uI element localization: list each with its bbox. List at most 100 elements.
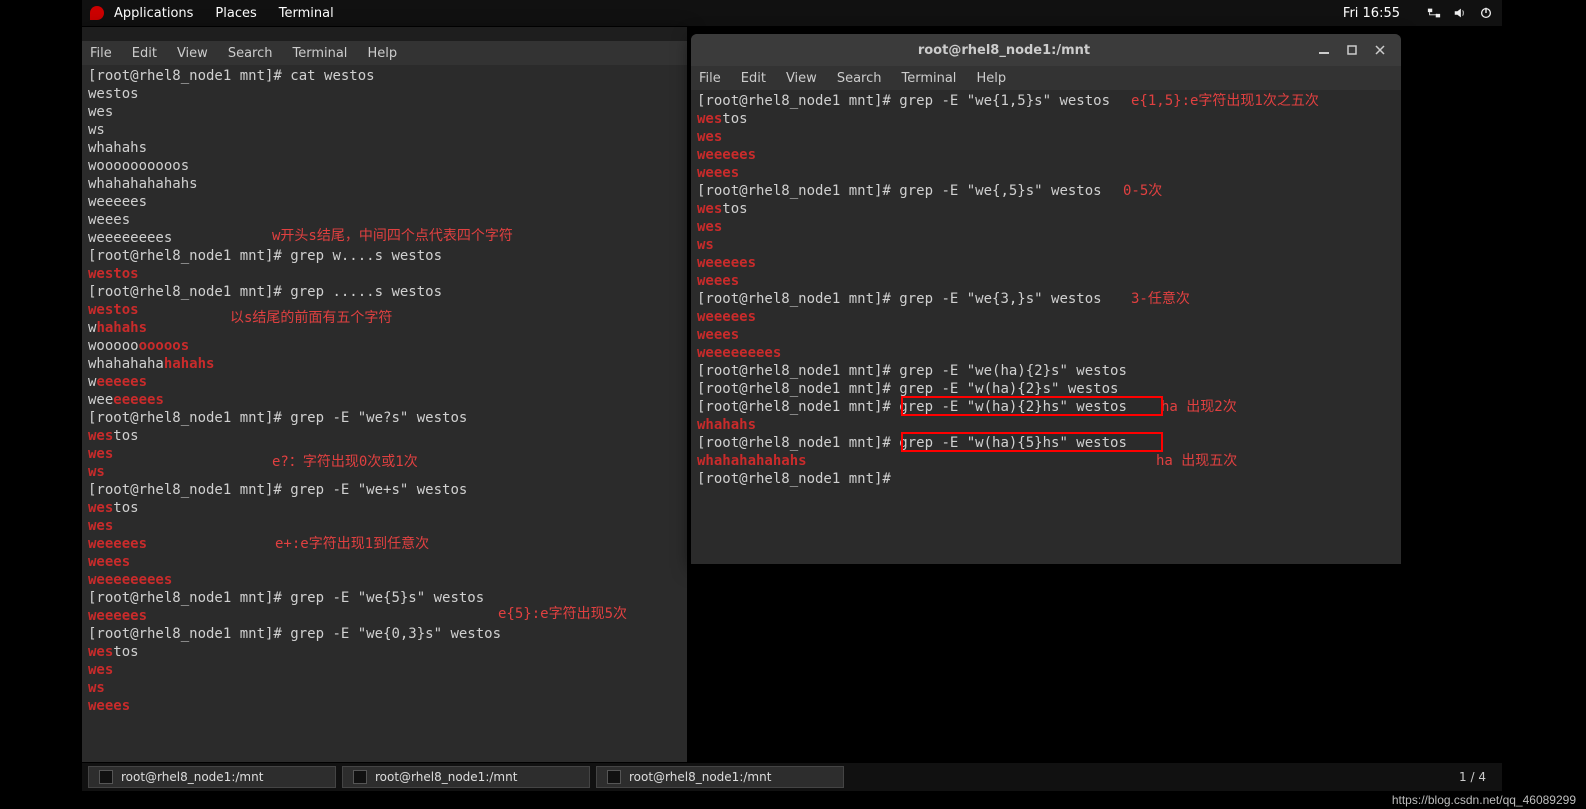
term-line: [root@rhel8_node1 mnt]# grep -E "we{0,3}… bbox=[88, 625, 681, 643]
term-line: [root@rhel8_node1 mnt]# grep w....s west… bbox=[88, 247, 681, 265]
term-line: [root@rhel8_node1 mnt]# grep -E "we{3,}s… bbox=[697, 290, 1395, 308]
term-line: ws bbox=[88, 679, 681, 697]
annotation-text: ha 出现五次 bbox=[1156, 452, 1237, 470]
menu-terminal[interactable]: Terminal bbox=[292, 46, 347, 61]
taskbar-item-label: root@rhel8_node1:/mnt bbox=[375, 770, 517, 784]
term-line: weees bbox=[88, 697, 681, 715]
menu-edit[interactable]: Edit bbox=[132, 46, 157, 61]
annotation-text: e+:e字符出现1到任意次 bbox=[275, 535, 429, 553]
menu-view[interactable]: View bbox=[177, 46, 208, 61]
term-line: [root@rhel8_node1 mnt]# cat westos bbox=[88, 67, 681, 85]
term-line: [root@rhel8_node1 mnt]# grep -E "we?s" w… bbox=[88, 409, 681, 427]
term-line: [root@rhel8_node1 mnt]# grep -E "w(ha){2… bbox=[697, 380, 1395, 398]
term-line: weeeeeeees bbox=[697, 344, 1395, 362]
menu-view[interactable]: View bbox=[786, 71, 817, 86]
annotation-text: ha 出现2次 bbox=[1161, 398, 1237, 416]
term-line: westos bbox=[697, 110, 1395, 128]
titlebar-right[interactable]: root@rhel8_node1:/mnt bbox=[691, 34, 1401, 66]
term-line: westos bbox=[88, 643, 681, 661]
maximize-button[interactable] bbox=[1341, 39, 1363, 61]
term-line: [root@rhel8_node1 mnt]# grep -E "w(ha){2… bbox=[697, 398, 1395, 416]
term-line: westos bbox=[697, 200, 1395, 218]
term-line: [root@rhel8_node1 mnt]# grep .....s west… bbox=[88, 283, 681, 301]
term-line: weees bbox=[697, 326, 1395, 344]
menu-search[interactable]: Search bbox=[228, 46, 273, 61]
panel-terminal[interactable]: Terminal bbox=[279, 6, 334, 21]
term-line: [root@rhel8_node1 mnt]# grep -E "we(ha){… bbox=[697, 362, 1395, 380]
term-line: ws bbox=[697, 236, 1395, 254]
annotation-text: w开头s结尾，中间四个点代表四个字符 bbox=[272, 227, 513, 245]
terminal-window-left: File Edit View Search Terminal Help [roo… bbox=[82, 27, 687, 762]
terminal-body-right[interactable]: [root@rhel8_node1 mnt]# grep -E "we{1,5}… bbox=[691, 90, 1401, 564]
annotation-text: e?：字符出现0次或1次 bbox=[272, 453, 418, 471]
term-line: weees bbox=[697, 164, 1395, 182]
taskbar-item-label: root@rhel8_node1:/mnt bbox=[121, 770, 263, 784]
taskbar-item[interactable]: root@rhel8_node1:/mnt bbox=[342, 766, 590, 788]
term-line: [root@rhel8_node1 mnt]# grep -E "we{,5}s… bbox=[697, 182, 1395, 200]
menu-search[interactable]: Search bbox=[837, 71, 882, 86]
term-line: whahahs bbox=[697, 416, 1395, 434]
menu-help[interactable]: Help bbox=[976, 71, 1006, 86]
gnome-top-panel: Applications Places Terminal Fri 16:55 bbox=[82, 0, 1502, 26]
menu-terminal[interactable]: Terminal bbox=[901, 71, 956, 86]
annotation-text: e{5}:e字符出现5次 bbox=[498, 605, 627, 623]
term-line: whahahs bbox=[88, 139, 681, 157]
menu-help[interactable]: Help bbox=[367, 46, 397, 61]
term-line: woooooooooos bbox=[88, 157, 681, 175]
term-line: wes bbox=[697, 128, 1395, 146]
term-line: weeeees bbox=[697, 254, 1395, 272]
workspace-indicator[interactable]: 1 / 4 bbox=[1459, 770, 1486, 784]
term-line: whahahahahahs bbox=[697, 452, 1395, 470]
panel-applications[interactable]: Applications bbox=[114, 6, 193, 21]
term-line: westos bbox=[88, 499, 681, 517]
power-icon[interactable] bbox=[1478, 5, 1494, 21]
menubar-left: File Edit View Search Terminal Help bbox=[82, 41, 687, 65]
term-line: weeeees bbox=[697, 308, 1395, 326]
term-line: [root@rhel8_node1 mnt]# grep -E "w(ha){5… bbox=[697, 434, 1395, 452]
term-line: westos bbox=[88, 427, 681, 445]
close-button[interactable] bbox=[1369, 39, 1391, 61]
term-line: wes bbox=[88, 103, 681, 121]
term-line: weeeeeees bbox=[88, 391, 681, 409]
term-line: weeeeeeees bbox=[88, 571, 681, 589]
panel-clock: Fri 16:55 bbox=[1343, 6, 1400, 21]
window-title: root@rhel8_node1:/mnt bbox=[701, 43, 1307, 58]
terminal-icon bbox=[353, 770, 367, 784]
terminal-icon bbox=[99, 770, 113, 784]
term-line: weees bbox=[697, 272, 1395, 290]
term-line: whahahahahahs bbox=[88, 175, 681, 193]
volume-icon[interactable] bbox=[1452, 5, 1468, 21]
term-line: weeeees bbox=[88, 373, 681, 391]
terminal-body-left[interactable]: [root@rhel8_node1 mnt]# cat westoswestos… bbox=[82, 65, 687, 762]
taskbar-item[interactable]: root@rhel8_node1:/mnt bbox=[88, 766, 336, 788]
term-line: whahahahahahahs bbox=[88, 355, 681, 373]
terminal-icon bbox=[607, 770, 621, 784]
term-line: westos bbox=[88, 265, 681, 283]
panel-places[interactable]: Places bbox=[215, 6, 256, 21]
term-line: wes bbox=[697, 218, 1395, 236]
taskbar-item[interactable]: root@rhel8_node1:/mnt bbox=[596, 766, 844, 788]
titlebar-left bbox=[82, 27, 687, 41]
term-line: weeeees bbox=[88, 193, 681, 211]
menubar-right: File Edit View Search Terminal Help bbox=[691, 66, 1401, 90]
network-icon[interactable] bbox=[1426, 5, 1442, 21]
annotation-text: 以s结尾的前面有五个字符 bbox=[230, 309, 392, 327]
menu-file[interactable]: File bbox=[699, 71, 721, 86]
term-line: [root@rhel8_node1 mnt]# bbox=[697, 470, 1395, 488]
term-line: wes bbox=[88, 517, 681, 535]
minimize-button[interactable] bbox=[1313, 39, 1335, 61]
redhat-logo-icon bbox=[90, 6, 104, 20]
menu-edit[interactable]: Edit bbox=[741, 71, 766, 86]
menu-file[interactable]: File bbox=[90, 46, 112, 61]
term-line: ws bbox=[88, 121, 681, 139]
annotation-text: e{1,5}:e字符出现1次之五次 bbox=[1131, 92, 1319, 110]
taskbar: root@rhel8_node1:/mnt root@rhel8_node1:/m… bbox=[82, 763, 1502, 791]
term-line: westos bbox=[88, 85, 681, 103]
taskbar-item-label: root@rhel8_node1:/mnt bbox=[629, 770, 771, 784]
watermark-text: https://blog.csdn.net/qq_46089299 bbox=[1392, 793, 1576, 807]
term-line: woooooooooos bbox=[88, 337, 681, 355]
term-line: weees bbox=[88, 553, 681, 571]
annotation-text: 0-5次 bbox=[1123, 182, 1162, 200]
terminal-window-right: root@rhel8_node1:/mnt File Edit View Sea… bbox=[691, 34, 1401, 564]
annotation-text: 3-任意次 bbox=[1131, 290, 1190, 308]
